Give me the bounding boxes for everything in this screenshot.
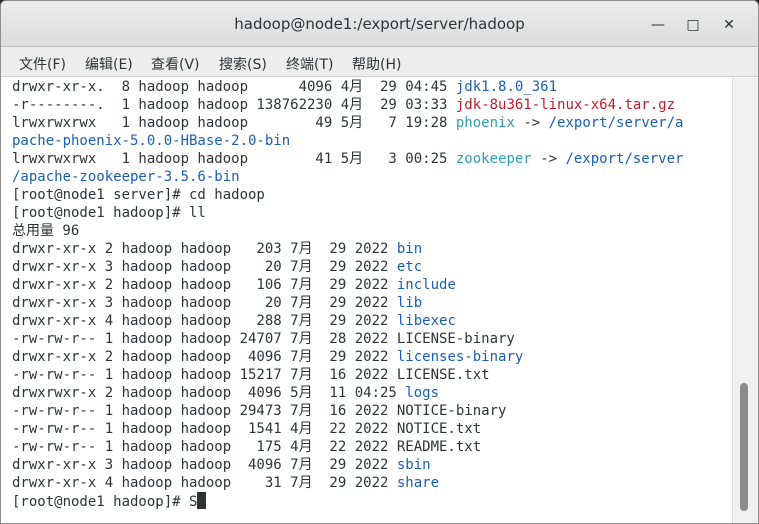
terminal-line: lrwxrwxrwx 1 hadoop hadoop 41 5月 3 00:25…	[12, 150, 683, 168]
terminal-line: -rw-rw-r-- 1 hadoop hadoop 29473 7月 16 2…	[12, 402, 506, 420]
scrollbar-thumb[interactable]	[740, 383, 748, 511]
terminal-entry-name: /export/server/a	[548, 115, 684, 131]
terminal-text: -rw-rw-r-- 1 hadoop hadoop 15217 7月 16 2…	[12, 367, 490, 383]
terminal-text: 总用量 96	[12, 223, 80, 239]
terminal-text: drwxr-xr-x 4 hadoop hadoop 31 7月 29 2022	[12, 475, 397, 491]
terminal-entry-name: phoenix	[455, 115, 515, 131]
terminal-line: -rw-rw-r-- 1 hadoop hadoop 24707 7月 28 2…	[12, 330, 515, 348]
close-button[interactable]: ✕	[717, 13, 741, 37]
terminal-entry-name: sbin	[396, 457, 431, 473]
terminal-line: drwxrwxr-x 2 hadoop hadoop 4096 5月 11 04…	[12, 384, 439, 402]
terminal-entry-name: share	[396, 475, 440, 491]
terminal-line: drwxr-xr-x 3 hadoop hadoop 20 7月 29 2022…	[12, 294, 422, 312]
menu-bar: 文件(F) 编辑(E) 查看(V) 搜索(S) 终端(T) 帮助(H)	[1, 47, 758, 77]
menu-help[interactable]: 帮助(H)	[352, 54, 401, 74]
terminal-line: [root@node1 hadoop]# ll	[12, 204, 206, 222]
terminal-line: pache-phoenix-5.0.0-HBase-2.0-bin	[12, 132, 290, 150]
terminal-entry-name: bin	[396, 241, 423, 257]
terminal-output[interactable]: drwxr-xr-x. 8 hadoop hadoop 4096 4月 29 0…	[1, 78, 732, 523]
terminal-text: lrwxrwxrwx 1 hadoop hadoop 49 5月 7 19:28	[12, 115, 456, 131]
terminal-text: lrwxrwxrwx 1 hadoop hadoop 41 5月 3 00:25	[12, 151, 456, 167]
terminal-entry-name: etc	[396, 259, 423, 275]
terminal-line: [root@node1 hadoop]# S	[12, 492, 207, 510]
terminal-line: drwxr-xr-x 2 hadoop hadoop 4096 7月 29 20…	[12, 348, 523, 366]
menu-file[interactable]: 文件(F)	[19, 54, 66, 74]
terminal-text: drwxrwxr-x 2 hadoop hadoop 4096 5月 11 04…	[12, 385, 406, 401]
terminal-entry-name: logs	[405, 385, 440, 401]
terminal-text: [root@node1 hadoop]# S	[12, 494, 198, 510]
terminal-text: -r--------. 1 hadoop hadoop 138762230 4月…	[12, 97, 456, 113]
terminal-entry-name: zookeeper	[455, 151, 532, 167]
vertical-scrollbar[interactable]	[732, 78, 758, 523]
terminal-line: -rw-rw-r-- 1 hadoop hadoop 15217 7月 16 2…	[12, 366, 490, 384]
terminal-text: drwxr-xr-x 2 hadoop hadoop 4096 7月 29 20…	[12, 349, 397, 365]
maximize-button[interactable]: □	[681, 13, 705, 37]
terminal-text: drwxr-xr-x 4 hadoop hadoop 288 7月 29 202…	[12, 313, 397, 329]
terminal-text: drwxr-xr-x 2 hadoop hadoop 106 7月 29 202…	[12, 277, 397, 293]
terminal-line: -rw-rw-r-- 1 hadoop hadoop 1541 4月 22 20…	[12, 420, 481, 438]
terminal-text: -rw-rw-r-- 1 hadoop hadoop 175 4月 22 202…	[12, 439, 482, 455]
terminal-text: ->	[514, 115, 549, 131]
terminal-line: drwxr-xr-x 4 hadoop hadoop 288 7月 29 202…	[12, 312, 456, 330]
terminal-text: -rw-rw-r-- 1 hadoop hadoop 24707 7月 28 2…	[12, 331, 515, 347]
terminal-text: ->	[531, 151, 566, 167]
window-title: hadoop@node1:/export/server/hadoop	[234, 15, 525, 33]
terminal-line: drwxr-xr-x 2 hadoop hadoop 106 7月 29 202…	[12, 276, 456, 294]
terminal-entry-name: pache-phoenix-5.0.0-HBase-2.0-bin	[12, 133, 291, 149]
terminal-entry-name: include	[396, 277, 456, 293]
terminal-text: [root@node1 hadoop]# ll	[12, 205, 206, 221]
terminal-text: -rw-rw-r-- 1 hadoop hadoop 29473 7月 16 2…	[12, 403, 507, 419]
terminal-entry-name: licenses-binary	[396, 349, 524, 365]
terminal-line: -r--------. 1 hadoop hadoop 138762230 4月…	[12, 96, 675, 114]
terminal-line: drwxr-xr-x 3 hadoop hadoop 4096 7月 29 20…	[12, 456, 431, 474]
title-bar[interactable]: hadoop@node1:/export/server/hadoop — □ ✕	[1, 1, 758, 47]
terminal-text: drwxr-xr-x 3 hadoop hadoop 20 7月 29 2022	[12, 295, 397, 311]
terminal-cursor	[197, 492, 207, 509]
terminal-entry-name: libexec	[396, 313, 456, 329]
terminal-line: 总用量 96	[12, 222, 79, 240]
terminal-text: -rw-rw-r-- 1 hadoop hadoop 1541 4月 22 20…	[12, 421, 482, 437]
terminal-entry-name: jdk1.8.0_361	[455, 79, 558, 95]
minimize-button[interactable]: —	[646, 13, 670, 37]
terminal-line: drwxr-xr-x 2 hadoop hadoop 203 7月 29 202…	[12, 240, 422, 258]
terminal-line: drwxr-xr-x 4 hadoop hadoop 31 7月 29 2022…	[12, 474, 439, 492]
terminal-line: lrwxrwxrwx 1 hadoop hadoop 49 5月 7 19:28…	[12, 114, 683, 132]
terminal-text: drwxr-xr-x. 8 hadoop hadoop 4096 4月 29 0…	[12, 79, 456, 95]
menu-view[interactable]: 查看(V)	[151, 54, 200, 74]
menu-terminal[interactable]: 终端(T)	[286, 54, 333, 74]
terminal-entry-name: lib	[396, 295, 423, 311]
terminal-line: drwxr-xr-x. 8 hadoop hadoop 4096 4月 29 0…	[12, 78, 557, 96]
terminal-line: drwxr-xr-x 3 hadoop hadoop 20 7月 29 2022…	[12, 258, 422, 276]
terminal-entry-name: jdk-8u361-linux-x64.tar.gz	[455, 97, 676, 113]
terminal-text: drwxr-xr-x 3 hadoop hadoop 20 7月 29 2022	[12, 259, 397, 275]
terminal-text: drwxr-xr-x 3 hadoop hadoop 4096 7月 29 20…	[12, 457, 397, 473]
terminal-text: drwxr-xr-x 2 hadoop hadoop 203 7月 29 202…	[12, 241, 397, 257]
terminal-entry-name: /apache-zookeeper-3.5.6-bin	[12, 169, 240, 185]
terminal-line: -rw-rw-r-- 1 hadoop hadoop 175 4月 22 202…	[12, 438, 481, 456]
terminal-line: [root@node1 server]# cd hadoop	[12, 186, 265, 204]
menu-edit[interactable]: 编辑(E)	[85, 54, 133, 74]
terminal-entry-name: /export/server	[565, 151, 684, 167]
terminal-window: hadoop@node1:/export/server/hadoop — □ ✕…	[0, 0, 759, 524]
terminal-line: /apache-zookeeper-3.5.6-bin	[12, 168, 240, 186]
menu-search[interactable]: 搜索(S)	[219, 54, 267, 74]
terminal-text: [root@node1 server]# cd hadoop	[12, 187, 265, 203]
